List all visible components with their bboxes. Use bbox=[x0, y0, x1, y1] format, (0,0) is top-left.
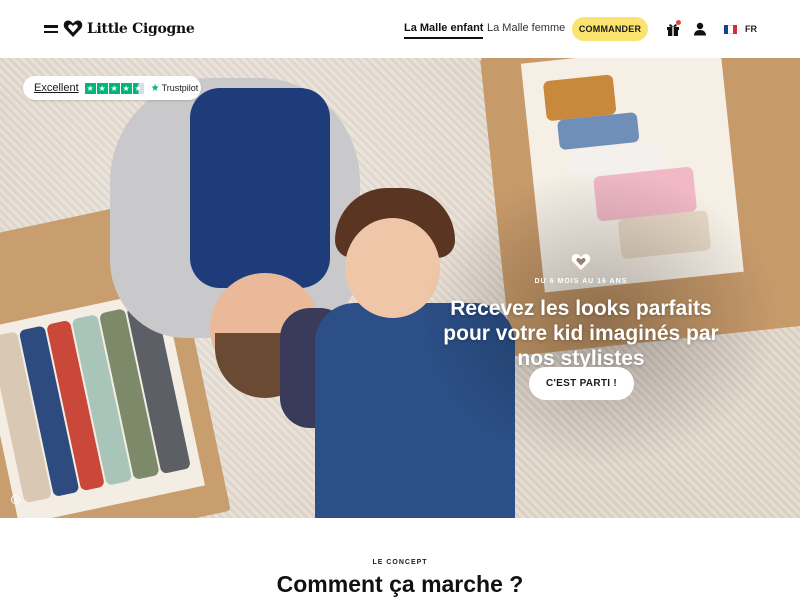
half-star-icon: ★ bbox=[132, 82, 144, 94]
hero-cta-button[interactable]: C'EST PARTI ! bbox=[529, 367, 634, 400]
nav-link-malle-enfant[interactable]: La Malle enfant bbox=[404, 22, 484, 39]
nav-link-label: La Malle femme bbox=[487, 22, 566, 34]
trustpilot-star-icon: ★ bbox=[150, 82, 160, 94]
boy-shirt-photo bbox=[190, 88, 330, 288]
star-icon: ★ bbox=[84, 82, 96, 94]
trustpilot-badge[interactable]: Excellent ★ ★ ★ ★ ★ ★ Trustpilot bbox=[23, 76, 201, 100]
star-icon: ★ bbox=[120, 82, 132, 94]
star-icon: ★ bbox=[96, 82, 108, 94]
heart-icon bbox=[571, 254, 591, 270]
user-icon[interactable] bbox=[692, 21, 708, 37]
trustpilot-brand: Trustpilot bbox=[161, 83, 199, 93]
concept-title: Comment ça marche ? bbox=[276, 571, 524, 597]
heart-logo-icon bbox=[63, 20, 83, 37]
trustpilot-stars: ★ ★ ★ ★ ★ bbox=[84, 82, 145, 94]
nav-link-label: La Malle enfant bbox=[404, 22, 484, 34]
site-header: Little Cigogne La Malle enfant La Malle … bbox=[0, 0, 800, 58]
hero-age-range: DU 6 MOIS AU 16 ANS bbox=[534, 278, 628, 285]
hero-banner: Excellent ★ ★ ★ ★ ★ ★ Trustpilot DU 6 MO… bbox=[0, 58, 800, 518]
notification-dot bbox=[676, 20, 681, 25]
nav-active-underline bbox=[404, 37, 484, 39]
trustpilot-rating-text: Excellent bbox=[34, 82, 79, 94]
logo-text: Little Cigogne bbox=[87, 20, 195, 37]
star-icon: ★ bbox=[108, 82, 120, 94]
order-button[interactable]: COMMANDER bbox=[572, 17, 648, 41]
concept-kicker: LE CONCEPT bbox=[372, 559, 428, 566]
menu-icon[interactable] bbox=[44, 25, 58, 35]
hero-title: Recevez les looks parfaits pour votre ki… bbox=[443, 297, 719, 370]
france-flag-icon[interactable] bbox=[724, 25, 737, 34]
site-logo[interactable]: Little Cigogne bbox=[63, 19, 195, 38]
language-selector[interactable]: FR bbox=[745, 24, 757, 34]
nav-link-malle-femme[interactable]: La Malle femme bbox=[487, 22, 565, 34]
slider-indicator[interactable] bbox=[11, 495, 20, 504]
